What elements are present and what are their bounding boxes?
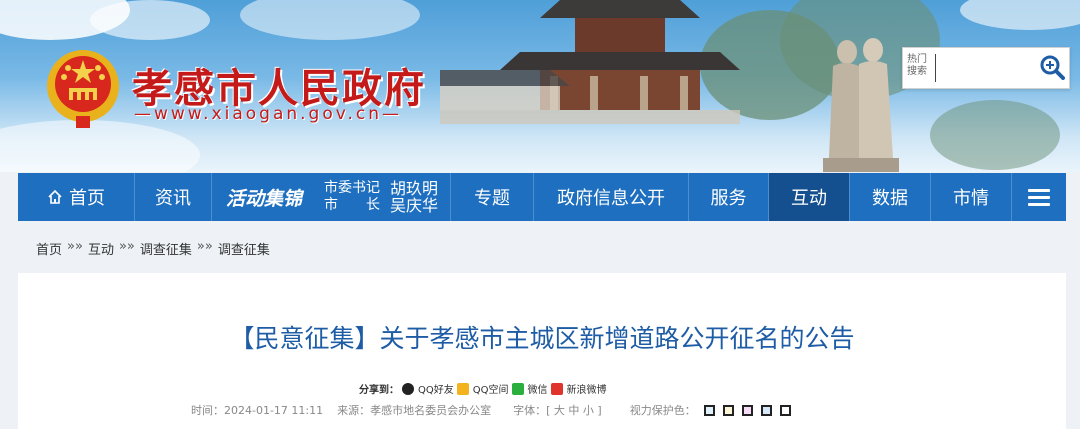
eye-color-swatch-pink[interactable] (741, 404, 753, 416)
article-panel: 【民意征集】关于孝感市主城区新增道路公开征名的公告 分享到： QQ好友 QQ空间… (18, 273, 1066, 429)
eye-color-swatch-yellow[interactable] (722, 404, 734, 416)
national-emblem-icon (47, 50, 119, 128)
eye-color-swatch-lightblue[interactable] (760, 404, 772, 416)
qzone-icon (456, 382, 469, 395)
search-label: 热门搜索 (907, 54, 927, 77)
qq-icon (402, 382, 414, 395)
search-divider (935, 54, 936, 82)
share-label: 分享到： (359, 385, 399, 396)
breadcrumb-separator: »» (196, 239, 213, 254)
article-source: 来源：孝感市地名委员会办公室 (337, 404, 492, 417)
breadcrumb-home[interactable]: 首页 (36, 239, 62, 258)
nav-menu-button[interactable] (1012, 173, 1066, 221)
nav-activities[interactable]: 活动集锦 (212, 173, 316, 221)
nav-city-info[interactable]: 市情 (931, 173, 1012, 221)
breadcrumb-interaction[interactable]: 互动 (88, 239, 114, 258)
nav-leaders[interactable]: 市委书记 胡玖明 市长 吴庆华 (316, 173, 451, 221)
main-nav: 首页 资讯 活动集锦 市委书记 胡玖明 市长 吴庆华 专题 政府信息公开 服务 … (18, 173, 1066, 221)
nav-gov-info[interactable]: 政府信息公开 (534, 173, 689, 221)
nav-data[interactable]: 数据 (850, 173, 931, 221)
statue-illustration (823, 38, 899, 172)
nav-topics[interactable]: 专题 (451, 173, 534, 221)
leader-name[interactable]: 吴庆华 (390, 197, 438, 214)
leader-role: 市委书记 (324, 180, 380, 196)
pavilion-illustration (440, 0, 740, 124)
eye-color-swatch-white[interactable] (779, 404, 791, 416)
wechat-icon (511, 382, 524, 395)
article-title: 【民意征集】关于孝感市主城区新增道路公开征名的公告 (229, 324, 855, 353)
home-icon (48, 189, 62, 204)
breadcrumb: 首页 »» 互动 »» 调查征集 »» 调查征集 (36, 239, 270, 258)
breadcrumb-bar: 首页 »» 互动 »» 调查征集 »» 调查征集 (18, 221, 1066, 273)
font-size-switcher[interactable]: 字体：[ 大 中 小 ] (513, 402, 602, 418)
share-bar: 分享到： QQ好友 QQ空间 微信 新浪微博 (359, 381, 607, 396)
nav-interaction[interactable]: 互动 (769, 173, 850, 221)
breadcrumb-separator: »» (118, 239, 135, 254)
breadcrumb-separator: »» (67, 239, 83, 254)
leader-role: 市长 (324, 197, 380, 213)
header-banner: 孝感市人民政府 —www.xiaogan.gov.cn— 热门搜索 (0, 0, 1080, 172)
breadcrumb-survey[interactable]: 调查征集 (140, 239, 192, 258)
site-domain: —www.xiaogan.gov.cn— (134, 104, 403, 124)
nav-home[interactable]: 首页 (18, 173, 135, 221)
search-box: 热门搜索 (902, 47, 1070, 89)
share-weibo[interactable]: 新浪微博 (567, 381, 607, 396)
search-input[interactable] (939, 54, 1035, 82)
eye-protect-label: 视力保护色： (629, 404, 696, 417)
share-wechat[interactable]: 微信 (528, 381, 548, 396)
breadcrumb-current[interactable]: 调查征集 (218, 239, 270, 258)
weibo-icon (550, 382, 563, 395)
nav-home-label: 首页 (69, 188, 105, 209)
leader-name[interactable]: 胡玖明 (390, 180, 438, 197)
leader-row: 市委书记 胡玖明 (324, 180, 438, 197)
share-qq-friends[interactable]: QQ好友 (418, 381, 454, 396)
nav-news[interactable]: 资讯 (135, 173, 212, 221)
nav-services[interactable]: 服务 (689, 173, 769, 221)
share-qzone[interactable]: QQ空间 (473, 381, 509, 396)
article-meta: 时间：2024-01-17 11:11 来源：孝感市地名委员会办公室 字体：[ … (191, 402, 791, 418)
leader-row: 市长 吴庆华 (324, 197, 438, 214)
publish-time: 时间：2024-01-17 11:11 (191, 404, 324, 417)
eye-color-swatch-blue[interactable] (703, 404, 715, 416)
search-icon[interactable] (1039, 54, 1065, 80)
menu-icon (1028, 185, 1050, 210)
